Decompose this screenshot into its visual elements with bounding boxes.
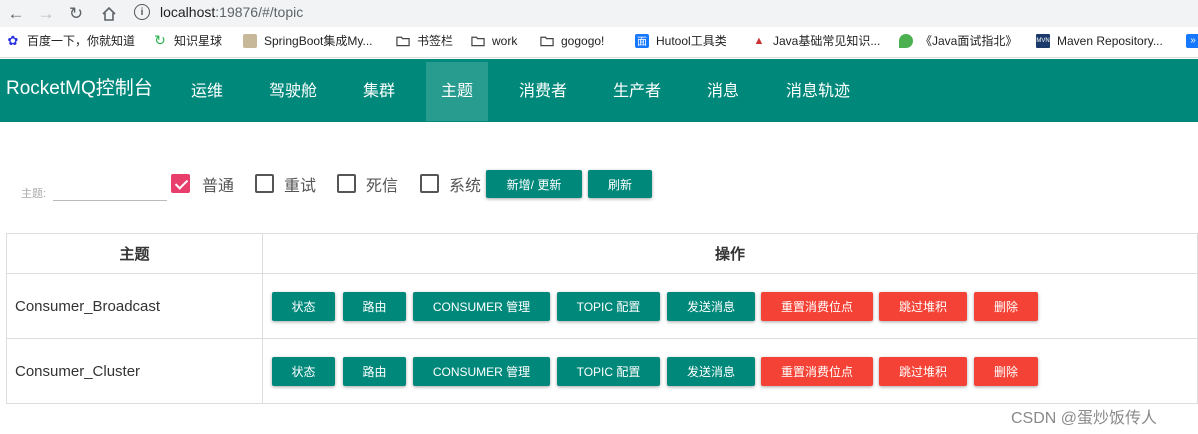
url-host: localhost (160, 4, 216, 20)
dlq-checkbox[interactable] (337, 174, 356, 193)
bookmark-label: Maven Repository... (1057, 33, 1163, 48)
consumer-manage-button[interactable]: CONSUMER 管理 (413, 292, 550, 321)
dlq-checkbox-label: 死信 (366, 178, 399, 195)
refresh-button[interactable]: 刷新 (588, 170, 652, 198)
maven-icon: MVN (1036, 33, 1050, 48)
hutool-icon: 面 (635, 33, 649, 48)
nav-message[interactable]: 消息 (692, 62, 754, 121)
bookmark-label: 百度一下，你就知道 (27, 34, 136, 48)
skip-backlog-button[interactable]: 跳过堆积 (879, 357, 967, 386)
topic-config-button[interactable]: TOPIC 配置 (557, 292, 660, 321)
bookmark-zsxq[interactable]: ↻ 知识星球 (153, 27, 222, 54)
route-button[interactable]: 路由 (343, 292, 406, 321)
bookmark-label: SpringBoot集成My... (264, 34, 373, 48)
delete-button[interactable]: 删除 (974, 357, 1038, 386)
topic-filter-bar: 主题: 普通 重试 死信 系统 新增/ 更新 刷新 (0, 160, 1198, 210)
nav-cluster[interactable]: 集群 (348, 62, 410, 121)
app-brand[interactable]: RocketMQ控制台 (6, 59, 153, 118)
normal-checkbox-label: 普通 (202, 178, 235, 195)
bookmarks-bar: ✿ 百度一下，你就知道 ↻ 知识星球 SpringBoot集成My... 书签栏… (0, 27, 1198, 58)
nav-message-trace[interactable]: 消息轨迹 (780, 62, 856, 121)
app-navbar: RocketMQ控制台 运维 驾驶舱 集群 主题 消费者 生产者 消息 消息轨迹 (0, 59, 1198, 122)
reset-offset-button[interactable]: 重置消费位点 (761, 357, 873, 386)
topic-name: Consumer_Cluster (6, 338, 263, 404)
forward-arrow-icon[interactable]: → (34, 0, 58, 27)
consumer-manage-button[interactable]: CONSUMER 管理 (413, 357, 550, 386)
leaf-icon (899, 33, 913, 48)
bookmark-label: Java基础常见知识... (773, 34, 881, 48)
bookmark-label: gogogo! (561, 33, 605, 48)
bookmark-folder-bookmarks[interactable]: 书签栏 (396, 27, 453, 54)
delete-button[interactable]: 删除 (974, 292, 1038, 321)
java-icon: ▲ (753, 34, 765, 47)
nav-consumer[interactable]: 消费者 (512, 62, 574, 121)
bookmark-hutool[interactable]: 面 Hutool工具类 (635, 27, 727, 54)
skip-backlog-button[interactable]: 跳过堆积 (879, 292, 967, 321)
url-path: :19876/#/topic (215, 4, 304, 20)
site-info-icon[interactable]: i (134, 4, 150, 20)
watermark: CSDN @蛋炒饭传人 (1011, 410, 1158, 427)
topic-filter-input[interactable] (53, 172, 167, 201)
bookmark-folder-work[interactable]: work (471, 27, 517, 54)
topic-config-button[interactable]: TOPIC 配置 (557, 357, 660, 386)
topic-filter-label: 主题: (21, 188, 47, 200)
baidu-icon: ✿ (7, 32, 19, 48)
retry-checkbox[interactable] (255, 174, 274, 193)
nav-topic[interactable]: 主题 (426, 62, 488, 121)
url-field[interactable]: i localhost:19876/#/topic (134, 0, 1198, 24)
folder-icon (540, 34, 554, 48)
retry-checkbox-label: 重试 (284, 178, 317, 195)
topic-name: Consumer_Broadcast (6, 273, 263, 339)
send-message-button[interactable]: 发送消息 (667, 292, 755, 321)
circle-arrow-icon: ↻ (154, 32, 166, 48)
status-button[interactable]: 状态 (272, 292, 335, 321)
bookmark-java-basics[interactable]: ▲ Java基础常见知识... (752, 27, 881, 54)
route-button[interactable]: 路由 (343, 357, 406, 386)
nav-dashboard[interactable]: 驾驶舱 (262, 62, 324, 121)
actions-cell: 状态 路由 CONSUMER 管理 TOPIC 配置 发送消息 重置消费位点 跳… (262, 338, 1198, 404)
bookmark-label: 《Java面试指北》 (920, 34, 1018, 48)
nav-ops[interactable]: 运维 (176, 62, 238, 121)
nav-producer[interactable]: 生产者 (606, 62, 668, 121)
bookmark-java-interview[interactable]: 《Java面试指北》 (899, 27, 1017, 54)
status-button[interactable]: 状态 (272, 357, 335, 386)
bookmark-label: 书签栏 (417, 34, 454, 48)
avatar-icon (243, 33, 257, 48)
bookmark-springboot[interactable]: SpringBoot集成My... (243, 27, 372, 54)
bookmark-overflow[interactable]: » (1186, 27, 1198, 54)
reset-offset-button[interactable]: 重置消费位点 (761, 292, 873, 321)
add-update-button[interactable]: 新增/ 更新 (486, 170, 582, 198)
bookmark-label: Hutool工具类 (656, 34, 727, 48)
browser-address-bar: ← → ↻ i localhost:19876/#/topic (0, 0, 1198, 27)
home-icon[interactable] (97, 0, 121, 27)
bookmark-label: work (492, 33, 518, 48)
bookmark-baidu[interactable]: ✿ 百度一下，你就知道 (6, 27, 135, 54)
normal-checkbox[interactable] (171, 174, 190, 193)
bookmark-folder-gogogo[interactable]: gogogo! (540, 27, 604, 54)
folder-icon (471, 34, 485, 48)
bookmark-maven[interactable]: MVN Maven Repository... (1036, 27, 1163, 54)
bookmark-label: 知识星球 (174, 34, 223, 48)
topic-table: 主题 操作 Consumer_Broadcast 状态 路由 CONSUMER … (6, 233, 1198, 404)
folder-icon (396, 34, 410, 48)
system-checkbox-label: 系统 (449, 178, 482, 195)
overflow-icon: » (1186, 33, 1198, 48)
system-checkbox[interactable] (420, 174, 439, 193)
topic-column-header: 主题 (6, 233, 263, 274)
table-row: Consumer_Cluster 状态 路由 CONSUMER 管理 TOPIC… (6, 338, 1198, 404)
table-row: Consumer_Broadcast 状态 路由 CONSUMER 管理 TOP… (6, 273, 1198, 339)
send-message-button[interactable]: 发送消息 (667, 357, 755, 386)
reload-icon[interactable]: ↻ (64, 0, 88, 27)
table-header-row: 主题 操作 (6, 233, 1198, 274)
actions-column-header: 操作 (262, 233, 1198, 274)
back-arrow-icon[interactable]: ← (4, 0, 28, 27)
actions-cell: 状态 路由 CONSUMER 管理 TOPIC 配置 发送消息 重置消费位点 跳… (262, 273, 1198, 339)
